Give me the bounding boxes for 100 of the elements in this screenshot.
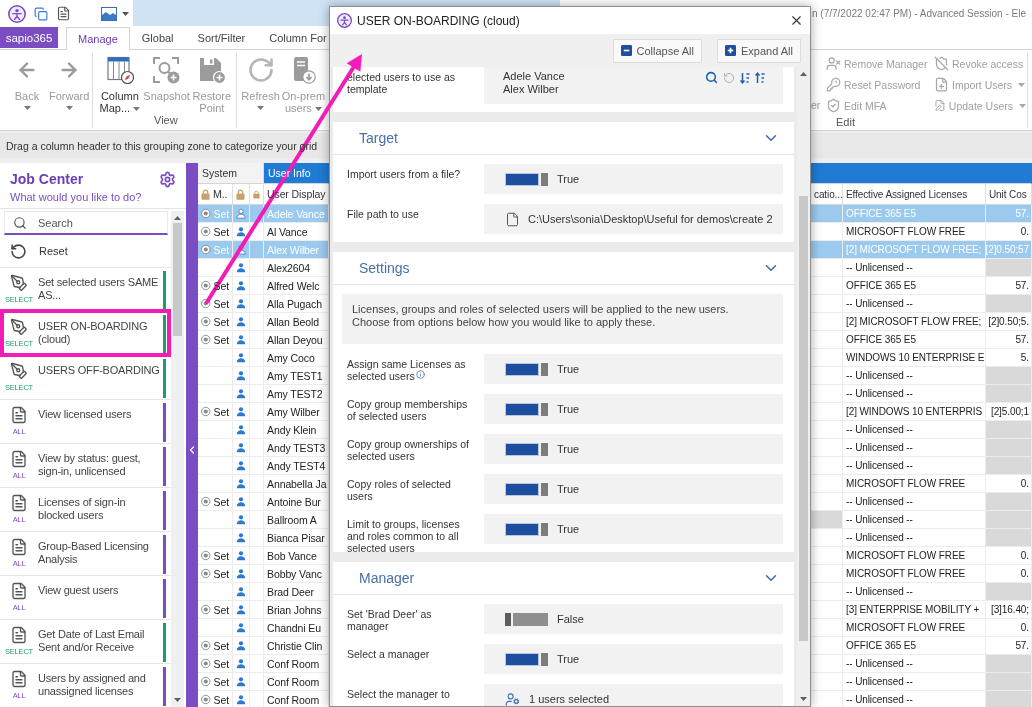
copy-icon[interactable] — [34, 6, 48, 21]
user-picker-field[interactable]: 1 users selected — [484, 684, 783, 706]
table-row[interactable]: Set Conf Room — [198, 673, 329, 691]
search-icon — [13, 216, 27, 230]
person-icon — [236, 387, 246, 400]
user-list-field[interactable]: Adele Vance Alex Wilber — [484, 67, 783, 104]
table-row[interactable]: Andy TEST3 — [198, 439, 329, 457]
table-row[interactable]: -- Unlicensed -- — [811, 655, 1032, 673]
table-row[interactable]: Set Allan Beold — [198, 313, 329, 331]
toggle-switch[interactable] — [505, 172, 548, 186]
status-label: Set — [213, 603, 229, 616]
document-icon — [10, 626, 28, 644]
table-row[interactable]: -- Unlicensed -- — [811, 385, 1032, 403]
table-row[interactable]: Amy TEST1 — [198, 367, 329, 385]
toggle-switch[interactable] — [505, 362, 548, 376]
table-row[interactable]: Ballroom A — [198, 511, 329, 529]
table-row[interactable]: Chandni Eu — [198, 619, 329, 637]
table-row[interactable]: Andy Klein — [198, 421, 329, 439]
table-row[interactable]: WINDOWS 10 ENTERPRISE E 5. — [811, 349, 1032, 367]
table-row[interactable]: Set Conf Room — [198, 655, 329, 673]
table-row[interactable]: [3] ENTERPRISE MOBILITY + [3]16.40; — [811, 601, 1032, 619]
table-row[interactable]: MICROSOFT FLOW FREE 0. — [811, 619, 1032, 637]
table-row[interactable]: -- Unlicensed -- — [811, 493, 1032, 511]
field-label: Select the manager to — [347, 688, 450, 700]
table-row[interactable]: OFFICE 365 E5 57. — [811, 277, 1032, 295]
table-row[interactable]: -- Unlicensed -- — [811, 457, 1032, 475]
table-row[interactable]: Set Al Vance — [198, 223, 329, 241]
table-row[interactable]: Amy Coco — [198, 349, 329, 367]
table-row[interactable]: [2] MICROSOFT FLOW FREE; [2]0.50;5. — [811, 313, 1032, 331]
table-row[interactable]: Set Brian Johns — [198, 601, 329, 619]
file-path-field[interactable]: C:\Users\sonia\Desktop\Useful for demos\create 2 — [484, 204, 783, 234]
document-icon — [10, 582, 28, 600]
scroll-up-icon[interactable] — [174, 216, 181, 220]
table-row[interactable]: Brad Deer — [198, 583, 329, 601]
picture-icon[interactable] — [101, 6, 117, 21]
sort-up-icon[interactable] — [755, 71, 765, 84]
table-row[interactable]: -- Unlicensed -- — [811, 295, 1032, 313]
table-row[interactable]: MICROSOFT FLOW FREE 0. — [811, 223, 1032, 241]
column-header[interactable]: catio... — [811, 184, 843, 205]
toggle-switch[interactable] — [505, 652, 548, 666]
column-map-button[interactable]: Column Map... — [97, 56, 143, 114]
table-row[interactable]: [2] WINDOWS 10 ENTERPRIS [2]5.00;1 — [811, 403, 1032, 421]
table-row[interactable]: Set Allan Deyou — [198, 331, 329, 349]
table-row[interactable]: OFFICE 365 E5 57. — [811, 331, 1032, 349]
status-label: Set — [213, 639, 229, 652]
ribbon-tab[interactable]: Manage — [66, 27, 130, 50]
table-row[interactable]: Set Bobby Vanc — [198, 565, 329, 583]
table-row[interactable]: Amy TEST2 — [198, 385, 329, 403]
table-row[interactable]: OFFICE 365 E5 57. — [811, 637, 1032, 655]
status-label: Set — [213, 675, 229, 688]
table-row[interactable]: -- Unlicensed -- — [811, 511, 1032, 529]
shield-check-icon — [826, 98, 841, 113]
column-header[interactable]: M.. — [198, 184, 233, 205]
table-row[interactable]: -- Unlicensed -- — [811, 529, 1032, 547]
settings-icon[interactable] — [159, 171, 176, 188]
table-row[interactable]: Set Christie Clin — [198, 637, 329, 655]
search-field[interactable]: Search — [4, 211, 168, 235]
table-row[interactable]: Set Antoine Bur — [198, 493, 329, 511]
field-label: File path to use — [347, 208, 419, 220]
pen-nib-icon — [10, 362, 28, 380]
scroll-down-icon[interactable] — [800, 697, 807, 701]
table-row[interactable]: -- Unlicensed -- — [811, 583, 1032, 601]
toggle-switch[interactable] — [505, 522, 548, 536]
table-row[interactable]: MICROSOFT FLOW FREE 0. — [811, 565, 1032, 583]
table-row[interactable]: -- Unlicensed -- — [811, 673, 1032, 691]
toggle-switch[interactable] — [505, 402, 548, 416]
table-row[interactable]: -- Unlicensed -- — [811, 439, 1032, 457]
table-row[interactable]: -- Unlicensed -- — [811, 259, 1032, 277]
app-logo-icon[interactable] — [8, 4, 26, 23]
search-icon[interactable] — [705, 71, 718, 84]
scrollbar-thumb[interactable] — [799, 196, 808, 641]
app-menu-button[interactable]: sapio365 — [0, 27, 58, 48]
scroll-up-icon[interactable] — [800, 72, 807, 76]
radio-icon — [201, 406, 211, 417]
toggle-switch[interactable] — [505, 612, 548, 626]
toggle-switch[interactable] — [505, 482, 548, 496]
table-row[interactable]: Set Amy Wilber — [198, 403, 329, 421]
toggle-switch[interactable] — [505, 442, 548, 456]
table-row[interactable]: Bianca Pisar — [198, 529, 329, 547]
table-row[interactable]: Set Alla Pugach — [198, 295, 329, 313]
collapse-all-button[interactable]: Collapse All — [612, 38, 702, 63]
scroll-down-icon[interactable] — [174, 698, 181, 702]
table-row[interactable]: Alex2604 — [198, 259, 329, 277]
expand-all-button[interactable]: Expand All — [717, 38, 801, 63]
table-row[interactable]: Set Bob Vance — [198, 547, 329, 565]
table-row[interactable]: Set Conf Room — [198, 691, 329, 707]
table-row[interactable]: -- Unlicensed -- — [811, 367, 1032, 385]
value-text: True — [557, 482, 580, 496]
person-icon — [236, 639, 246, 652]
table-row[interactable]: MICROSOFT FLOW FREE 0. — [811, 547, 1032, 565]
column-header[interactable]: Unit Cos — [986, 184, 1032, 205]
table-row[interactable]: Andy TEST4 — [198, 457, 329, 475]
sort-down-icon[interactable] — [740, 71, 750, 84]
column-header[interactable]: Effective Assigned Licenses — [843, 184, 986, 205]
scrollbar-thumb[interactable] — [173, 223, 182, 336]
document-icon[interactable] — [56, 6, 71, 21]
table-row[interactable]: MICROSOFT FLOW FREE 0. — [811, 475, 1032, 493]
table-row[interactable]: -- Unlicensed -- — [811, 421, 1032, 439]
table-row[interactable]: Annabella Ja — [198, 475, 329, 493]
column-group-header[interactable]: System — [198, 163, 264, 184]
